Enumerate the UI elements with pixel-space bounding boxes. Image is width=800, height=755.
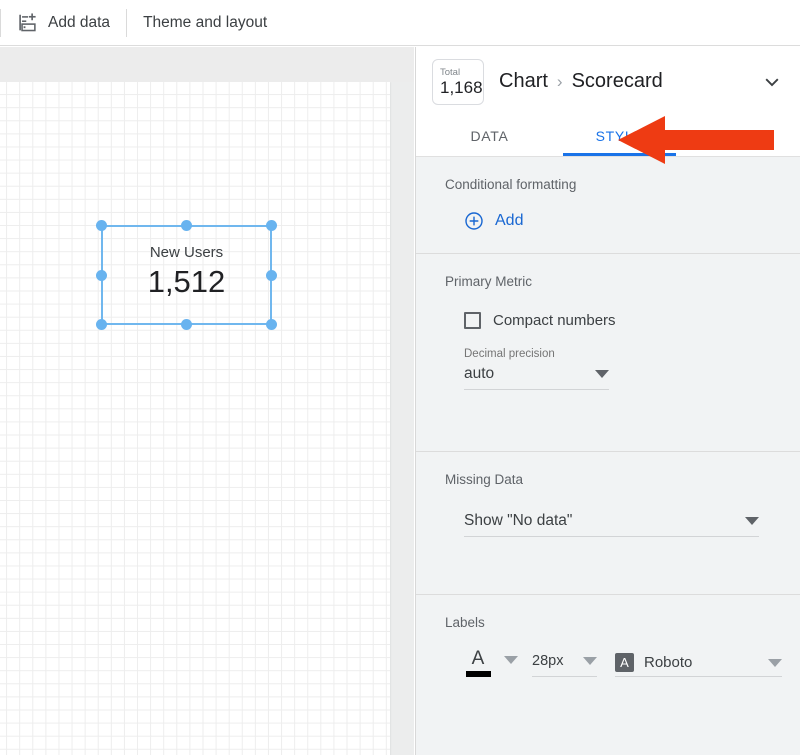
resize-handle-n[interactable] [181, 220, 192, 231]
resize-handle-s[interactable] [181, 319, 192, 330]
resize-handle-ne[interactable] [266, 220, 277, 231]
section-primary-metric: Primary Metric Compact numbers Decimal p… [416, 254, 800, 452]
report-canvas[interactable]: New Users 1,512 [0, 47, 414, 755]
chevron-down-icon [595, 370, 609, 378]
decimal-precision-select[interactable]: auto [464, 363, 609, 390]
panel-tabs: DATA STYLE [416, 116, 800, 157]
breadcrumb-parent[interactable]: Chart [499, 70, 548, 93]
thumbnail-value: 1,168 [440, 77, 483, 97]
scorecard-content: New Users 1,512 [103, 243, 270, 301]
add-data-button[interactable]: Add data [1, 0, 126, 46]
chevron-down-icon[interactable] [760, 70, 784, 94]
missing-data-select[interactable]: Show "No data" [464, 510, 759, 537]
tab-style-label: STYLE [595, 128, 644, 144]
chart-thumbnail: Total 1,168 [432, 58, 484, 105]
chevron-down-icon [583, 657, 597, 665]
tab-data-label: DATA [470, 128, 509, 144]
label-font-size-value: 28px [532, 653, 564, 669]
resize-handle-se[interactable] [266, 319, 277, 330]
chevron-down-icon [745, 517, 759, 525]
labels-body: A 28px A Roboto [416, 649, 800, 677]
tab-data[interactable]: DATA [433, 116, 546, 156]
label-text-color-picker[interactable]: A [464, 649, 518, 677]
missing-data-value: Show "No data" [464, 512, 573, 529]
chevron-down-icon [504, 656, 518, 664]
text-color-icon: A [464, 649, 492, 677]
add-conditional-format-label: Add [495, 212, 524, 229]
resize-handle-nw[interactable] [96, 220, 107, 231]
labels-title: Labels [445, 615, 485, 630]
label-font-size-control[interactable]: 28px [532, 650, 597, 677]
add-conditional-format-button[interactable]: Add [464, 211, 800, 231]
text-color-glyph: A [471, 648, 485, 669]
scorecard-title: New Users [149, 244, 224, 261]
add-data-label: Add data [48, 13, 111, 31]
resize-handle-e[interactable] [266, 269, 277, 281]
canvas-top-strip [0, 47, 414, 82]
scorecard-value: 1,512 [147, 264, 226, 299]
resize-handle-w[interactable] [96, 269, 107, 281]
missing-data-field: Show "No data" [464, 510, 800, 537]
top-toolbar: Add data Theme and layout [0, 0, 800, 46]
thumbnail-label: Total [440, 66, 461, 78]
app-root: Add data Theme and layout New Users 1,51… [0, 0, 800, 755]
compact-numbers-checkbox[interactable] [464, 312, 481, 329]
section-missing-data: Missing Data Show "No data" [416, 452, 800, 595]
compact-numbers-row[interactable]: Compact numbers [464, 312, 800, 329]
conditional-formatting-title: Conditional formatting [445, 177, 577, 192]
section-conditional-formatting: Conditional formatting Add [416, 157, 800, 254]
missing-data-body: Show "No data" [416, 510, 800, 537]
decimal-precision-field: Decimal precision auto [464, 347, 800, 390]
compact-numbers-label: Compact numbers [493, 312, 616, 329]
breadcrumb-separator-icon: › [556, 72, 563, 91]
report-page[interactable]: New Users 1,512 [0, 82, 390, 755]
decimal-precision-label: Decimal precision [464, 348, 555, 360]
tab-style[interactable]: STYLE [563, 116, 676, 156]
labels-controls-row: A 28px A Roboto [464, 649, 782, 677]
plus-circle-icon [465, 212, 483, 230]
breadcrumb-current: Scorecard [571, 70, 663, 92]
section-labels: Labels A 28px A Roboto [416, 595, 800, 725]
decimal-precision-value: auto [464, 365, 495, 382]
text-color-swatch [465, 671, 491, 677]
label-font-family-select[interactable]: A Roboto [615, 653, 782, 677]
primary-metric-title: Primary Metric [445, 274, 532, 289]
label-font-size-select[interactable]: 28px [532, 650, 597, 677]
breadcrumb: Chart › Scorecard [499, 70, 760, 93]
font-badge-icon: A [615, 653, 634, 672]
label-font-family-value: Roboto [644, 654, 693, 671]
add-data-icon [19, 12, 36, 31]
conditional-formatting-body: Add [416, 211, 800, 231]
chevron-down-icon [768, 658, 782, 667]
primary-metric-body: Compact numbers Decimal precision auto [416, 312, 800, 390]
theme-and-layout-label: Theme and layout [143, 13, 268, 31]
theme-and-layout-button[interactable]: Theme and layout [127, 0, 283, 46]
panel-header: Total 1,168 Chart › Scorecard [416, 47, 800, 116]
resize-handle-sw[interactable] [96, 319, 107, 330]
scorecard-widget[interactable]: New Users 1,512 [96, 220, 277, 330]
properties-panel: Total 1,168 Chart › Scorecard DATA STYLE… [415, 47, 800, 755]
missing-data-title: Missing Data [445, 472, 524, 487]
